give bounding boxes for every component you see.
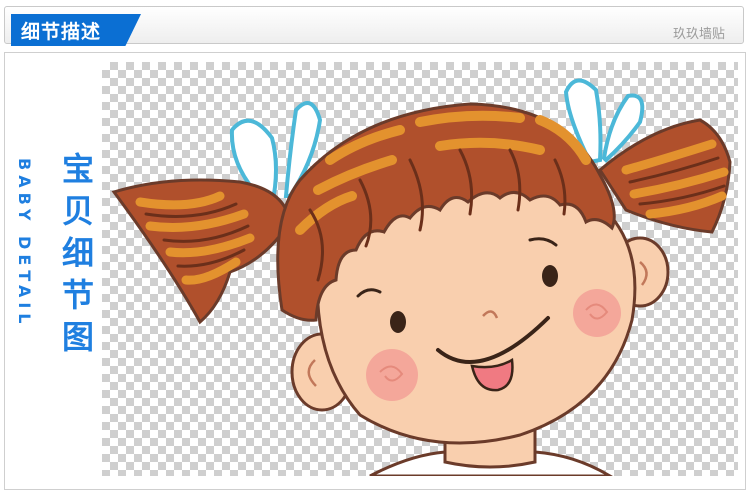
- side-title-char: 图: [62, 318, 95, 356]
- cartoon-girl-illustration: [111, 78, 732, 476]
- side-title: 宝 贝 细 节 图: [62, 148, 95, 358]
- transparent-background: [102, 62, 738, 476]
- side-title-char: 贝: [62, 192, 95, 230]
- side-title-char: 细: [62, 234, 95, 272]
- side-subtitle-text: BABY DETAIL: [15, 158, 34, 329]
- header-bar: 细节描述 玖玖墙贴: [4, 6, 744, 46]
- header-brand: 玖玖墙贴: [672, 27, 725, 42]
- side-title-char: 节: [62, 276, 95, 314]
- side-title-char: 宝: [62, 150, 95, 188]
- side-subtitle: BABY DETAIL: [14, 158, 34, 380]
- header-title: 细节描述: [21, 21, 102, 43]
